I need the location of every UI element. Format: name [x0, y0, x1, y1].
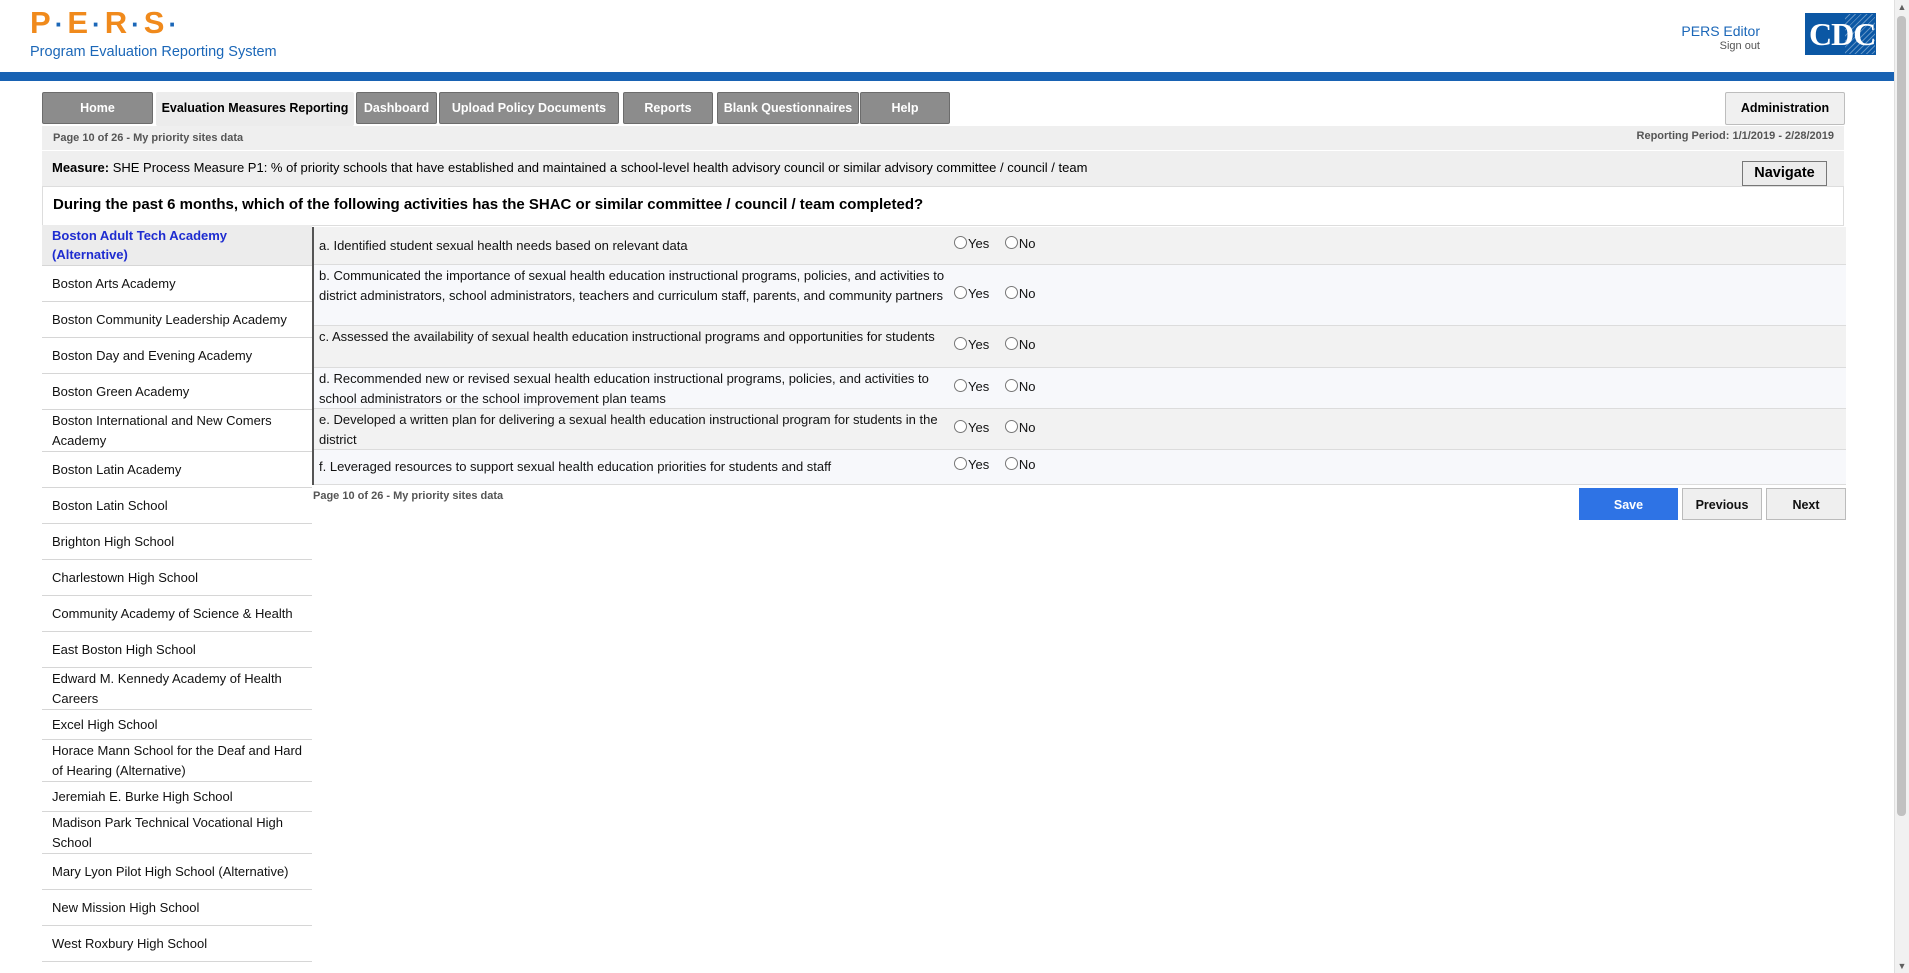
logo-stripes-icon — [1845, 14, 1875, 54]
activity-text: e. Developed a written plan for deliveri… — [319, 412, 938, 447]
measure-strip: Measure: SHE Process Measure P1: % of pr… — [42, 151, 1844, 186]
measure-label: Measure: — [52, 160, 110, 175]
yes-radio[interactable] — [954, 420, 967, 433]
next-button[interactable]: Next — [1766, 488, 1846, 520]
activity-item: d. Recommended new or revised sexual hea… — [314, 368, 1846, 409]
school-list-item[interactable]: Charlestown High School — [42, 560, 312, 596]
tab-help[interactable]: Help — [860, 92, 950, 124]
header-divider — [0, 72, 1895, 81]
activity-text: d. Recommended new or revised sexual hea… — [319, 371, 929, 406]
yes-no-group: Yes No — [954, 236, 1047, 251]
no-radio[interactable] — [1004, 457, 1018, 470]
activity-text: c. Assessed the availability of sexual h… — [319, 329, 935, 344]
school-list-item[interactable]: Boston Arts Academy — [42, 266, 312, 302]
school-list-item[interactable]: Boston Community Leadership Academy — [42, 302, 312, 338]
school-list-item[interactable]: Community Academy of Science & Health — [42, 596, 312, 632]
activity-item: e. Developed a written plan for deliveri… — [314, 409, 1846, 450]
no-radio[interactable] — [1004, 236, 1018, 249]
activity-item: a. Identified student sexual health need… — [314, 227, 1846, 265]
pers-logo[interactable]: P ·E ·R ·S · Program Evaluation Reporting Sy… — [30, 5, 277, 61]
activity-text: b. Communicated the importance of sexual… — [319, 268, 945, 303]
scroll-down-arrow-icon[interactable]: ▼ — [1895, 959, 1909, 973]
scrollbar[interactable]: ▲ ▼ — [1894, 0, 1909, 973]
tab-reports[interactable]: Reports — [623, 92, 713, 124]
yes-radio[interactable] — [954, 236, 967, 249]
tab-blank-questionnaires[interactable]: Blank Questionnaires — [717, 92, 859, 124]
tab-evaluation-measures-reporting[interactable]: Evaluation Measures Reporting — [156, 92, 354, 126]
administration-button[interactable]: Administration — [1725, 92, 1845, 125]
measure-description: Measure: SHE Process Measure P1: % of pr… — [52, 160, 1087, 175]
activity-text: f. Leveraged resources to support sexual… — [319, 459, 832, 474]
school-list-item[interactable]: Boston Latin School — [42, 488, 312, 524]
info-strip: Page 10 of 26 - My priority sites data R… — [42, 126, 1844, 150]
main-nav: Home Evaluation Measures Reporting Dashb… — [42, 92, 1847, 126]
yes-radio[interactable] — [954, 337, 967, 350]
tab-dashboard[interactable]: Dashboard — [356, 92, 437, 124]
measure-text: SHE Process Measure P1: % of priority sc… — [112, 160, 1088, 175]
yes-no-group: Yes No — [954, 337, 1047, 352]
activity-text: a. Identified student sexual health need… — [319, 238, 688, 253]
header: P ·E ·R ·S · Program Evaluation Reporting Sy… — [0, 0, 1895, 72]
save-button[interactable]: Save — [1579, 488, 1678, 520]
school-list-item[interactable]: Mary Lyon Pilot High School (Alternative… — [42, 854, 312, 890]
school-list-item[interactable]: West Roxbury High School — [42, 926, 312, 962]
navigate-button[interactable]: Navigate — [1742, 161, 1827, 186]
question-box: During the past 6 months, which of the f… — [42, 186, 1844, 226]
sign-out-link[interactable]: Sign out — [1681, 39, 1760, 53]
tab-home[interactable]: Home — [42, 92, 153, 124]
user-name[interactable]: PERS Editor — [1681, 23, 1760, 39]
school-list-item[interactable]: Madison Park Technical Vocational High S… — [42, 812, 312, 854]
school-list-item[interactable]: East Boston High School — [42, 632, 312, 668]
school-list-item[interactable]: Horace Mann School for the Deaf and Hard… — [42, 740, 312, 782]
no-radio[interactable] — [1004, 337, 1018, 350]
school-list-item[interactable]: Boston Day and Evening Academy — [42, 338, 312, 374]
activity-item: c. Assessed the availability of sexual h… — [314, 326, 1846, 368]
logo-subtitle: Program Evaluation Reporting System — [30, 44, 277, 60]
yes-no-group: Yes No — [954, 379, 1047, 394]
activity-item: b. Communicated the importance of sexual… — [314, 265, 1846, 326]
no-radio[interactable] — [1004, 379, 1018, 392]
school-list-item[interactable]: Boston Latin Academy — [42, 452, 312, 488]
scroll-thumb[interactable] — [1897, 16, 1906, 816]
school-list-item[interactable]: Boston Adult Tech Academy (Alternative) — [42, 225, 312, 266]
yes-radio[interactable] — [954, 379, 967, 392]
yes-radio[interactable] — [954, 286, 967, 299]
logo-letters: P ·E ·R ·S · — [30, 5, 179, 40]
yes-no-group: Yes No — [954, 286, 1047, 301]
no-radio[interactable] — [1004, 420, 1018, 433]
user-block: PERS Editor Sign out — [1681, 23, 1760, 53]
school-list-item[interactable]: Excel High School — [42, 710, 312, 740]
yes-no-group: Yes No — [954, 457, 1047, 472]
cdc-logo: CDC — [1805, 13, 1876, 55]
tab-upload-policy-documents[interactable]: Upload Policy Documents — [439, 92, 619, 124]
activity-items: a. Identified student sexual health need… — [312, 227, 1846, 485]
school-list-item[interactable]: New Mission High School — [42, 890, 312, 926]
yes-radio[interactable] — [954, 457, 967, 470]
school-list-item[interactable]: Boston Green Academy — [42, 374, 312, 410]
no-radio[interactable] — [1004, 286, 1018, 299]
page-info: Page 10 of 26 - My priority sites data — [53, 132, 244, 144]
previous-button[interactable]: Previous — [1682, 488, 1762, 520]
school-list: Boston Adult Tech Academy (Alternative) … — [42, 225, 312, 962]
scroll-up-arrow-icon[interactable]: ▲ — [1895, 0, 1909, 14]
activity-item: f. Leveraged resources to support sexual… — [314, 450, 1846, 485]
question-text: During the past 6 months, which of the f… — [53, 196, 924, 213]
bottom-page-info: Page 10 of 26 - My priority sites data — [313, 490, 504, 502]
yes-no-group: Yes No — [954, 420, 1047, 435]
school-list-item[interactable]: Boston International and New Comers Acad… — [42, 410, 312, 452]
school-list-item[interactable]: Jeremiah E. Burke High School — [42, 782, 312, 812]
reporting-period: Reporting Period: 1/1/2019 - 2/28/2019 — [1636, 130, 1834, 142]
school-list-item[interactable]: Brighton High School — [42, 524, 312, 560]
school-list-item[interactable]: Edward M. Kennedy Academy of Health Care… — [42, 668, 312, 710]
